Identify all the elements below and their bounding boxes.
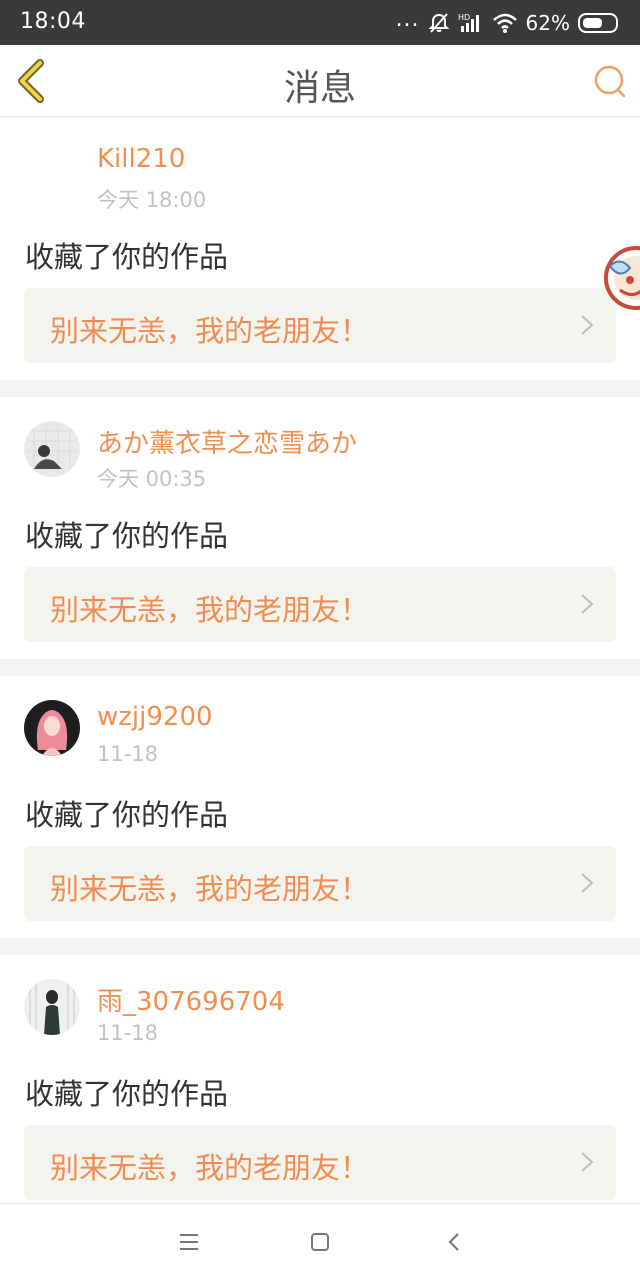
work-title: 别来无恙，我的老朋友！ (50, 1151, 370, 1185)
floating-mascot-badge[interactable] (600, 236, 640, 320)
app-header: 消息 (0, 45, 640, 117)
page-title: 消息 (283, 68, 356, 109)
message-username[interactable]: あか薰衣草之恋雪あか (97, 423, 357, 460)
back-triangle-icon[interactable] (443, 1230, 467, 1254)
chevron-right-icon (581, 1152, 594, 1172)
menu-icon[interactable] (177, 1230, 201, 1254)
message-action: 收藏了你的作品 (25, 1077, 229, 1111)
message-card: Kill210 今天 18:00 收藏了你的作品 别来无恙，我的老朋友！ (0, 118, 640, 380)
message-card: 雨_307696704 11-18 收藏了你的作品 别来无恙，我的老朋友！ (0, 955, 640, 1217)
wifi-icon (492, 13, 517, 33)
svg-text:HD: HD (458, 13, 470, 22)
mute-icon (428, 13, 449, 33)
home-square-icon[interactable] (308, 1230, 332, 1254)
message-username[interactable]: wzjj9200 (97, 702, 213, 732)
battery-percent: 62% (525, 11, 570, 35)
system-nav-bar (0, 1203, 640, 1280)
search-button[interactable] (592, 63, 628, 99)
battery-fill (583, 18, 602, 28)
message-time: 11-18 (97, 742, 159, 766)
avatar[interactable] (24, 421, 80, 477)
message-action: 收藏了你的作品 (25, 240, 229, 274)
message-time: 今天 18:00 (97, 188, 207, 212)
search-icon (594, 65, 626, 98)
hd-signal-icon: HD (458, 13, 479, 32)
message-action: 收藏了你的作品 (25, 798, 229, 832)
message-time: 11-18 (97, 1021, 159, 1045)
status-time: 18:04 (20, 9, 86, 34)
work-link[interactable]: 别来无恙，我的老朋友！ (24, 1125, 616, 1200)
message-action: 收藏了你的作品 (25, 519, 229, 553)
message-username[interactable]: Kill210 (97, 144, 185, 174)
chevron-right-icon (581, 873, 594, 893)
message-card: wzjj9200 11-18 收藏了你的作品 别来无恙，我的老朋友！ (0, 676, 640, 938)
work-title: 别来无恙，我的老朋友！ (50, 593, 370, 627)
status-bar: 18:04 ... HD 62% (0, 0, 640, 45)
chevron-right-icon (581, 594, 594, 614)
avatar[interactable] (24, 700, 80, 756)
chevron-right-icon (581, 315, 594, 335)
battery-icon (578, 13, 618, 33)
work-title: 别来无恙，我的老朋友！ (50, 314, 370, 348)
status-dots: ... (395, 7, 420, 32)
message-time: 今天 00:35 (97, 467, 207, 491)
work-title: 别来无恙，我的老朋友！ (50, 872, 370, 906)
status-icons: ... HD 62% (396, 9, 618, 37)
avatar[interactable] (24, 979, 80, 1035)
message-username[interactable]: 雨_307696704 (97, 981, 285, 1018)
work-link[interactable]: 别来无恙，我的老朋友！ (24, 288, 616, 363)
message-card: あか薰衣草之恋雪あか 今天 00:35 收藏了你的作品 别来无恙，我的老朋友！ (0, 397, 640, 659)
work-link[interactable]: 别来无恙，我的老朋友！ (24, 567, 616, 642)
work-link[interactable]: 别来无恙，我的老朋友！ (24, 846, 616, 921)
